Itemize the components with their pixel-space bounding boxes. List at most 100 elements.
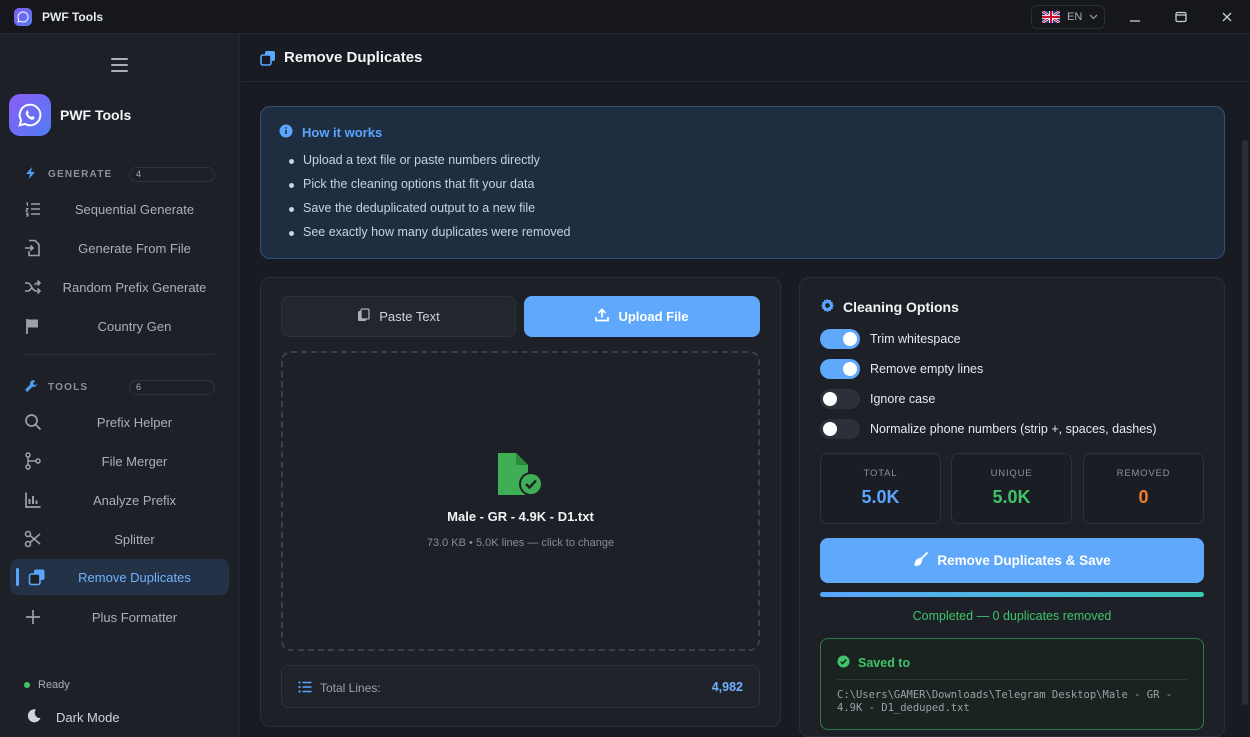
progress-bar xyxy=(820,592,1204,597)
sidebar-item-prefix-helper[interactable]: Prefix Helper xyxy=(10,404,229,440)
stat-value: 0 xyxy=(1138,487,1149,507)
plus-icon xyxy=(24,608,42,626)
file-import-icon xyxy=(24,239,42,257)
dark-mode-toggle[interactable]: Dark Mode xyxy=(26,708,120,727)
sidebar-item-label: File Merger xyxy=(101,453,168,469)
minimize-button[interactable] xyxy=(1125,8,1145,26)
sidebar-item-label: Splitter xyxy=(114,531,155,547)
title-bar: PWF Tools EN xyxy=(0,0,1250,34)
total-lines-label: Total Lines: xyxy=(320,681,381,695)
merge-icon xyxy=(24,452,42,470)
stat-label: TOTAL xyxy=(863,468,898,479)
cleaning-options-title: Cleaning Options xyxy=(843,299,959,315)
sidebar-item-label: Sequential Generate xyxy=(74,201,195,217)
tab-paste-text[interactable]: Paste Text xyxy=(281,296,516,337)
list-icon xyxy=(298,680,312,694)
remove-empty-lines-toggle[interactable] xyxy=(820,359,860,379)
file-check-icon xyxy=(496,451,546,499)
flag-icon xyxy=(24,317,42,335)
broom-icon xyxy=(913,551,929,570)
sidebar: PWF Tools GENERATE 4 Sequential Generate… xyxy=(0,34,240,737)
sidebar-item-generate-from-file[interactable]: Generate From File xyxy=(10,230,229,266)
stat-removed: REMOVED 0 xyxy=(1083,453,1204,524)
saved-to-header: Saved to xyxy=(837,655,910,671)
sidebar-item-analyze-prefix[interactable]: Analyze Prefix xyxy=(10,482,229,518)
option-label: Remove empty lines xyxy=(870,362,984,376)
vertical-scrollbar[interactable] xyxy=(1242,140,1248,705)
option-label: Normalize phone numbers (strip +, spaces… xyxy=(870,422,1157,436)
sidebar-item-file-merger[interactable]: File Merger xyxy=(10,443,229,479)
status-text: Ready xyxy=(38,679,70,691)
sidebar-item-plus-formatter[interactable]: Plus Formatter xyxy=(10,599,229,635)
option-trim-whitespace[interactable]: Trim whitespace xyxy=(820,329,961,349)
tools-section-header: TOOLS xyxy=(24,379,88,396)
maximize-button[interactable] xyxy=(1171,8,1191,26)
uploaded-file-meta: 73.0 KB • 5.0K lines — click to change xyxy=(426,537,615,549)
saved-divider xyxy=(837,679,1187,680)
tab-upload-file[interactable]: Upload File xyxy=(524,296,760,337)
stat-total: TOTAL 5.0K xyxy=(820,453,941,524)
chevron-down-icon xyxy=(1089,11,1098,23)
app-logo-icon xyxy=(14,8,32,26)
check-circle-icon xyxy=(837,655,850,671)
uk-flag-icon xyxy=(1042,11,1060,23)
copy-icon xyxy=(260,50,276,66)
moon-icon xyxy=(26,708,42,727)
normalize-phone-toggle[interactable] xyxy=(820,419,860,439)
upload-icon xyxy=(595,308,610,325)
scissors-icon xyxy=(24,530,42,548)
stat-value: 5.0K xyxy=(992,487,1031,507)
brand-name: PWF Tools xyxy=(60,107,132,123)
how-it-works-panel: How it works Upload a text file or paste… xyxy=(260,106,1225,259)
search-icon xyxy=(24,413,42,431)
sidebar-item-country-gen[interactable]: Country Gen xyxy=(10,308,229,344)
generate-count-badge: 4 xyxy=(129,167,215,182)
sidebar-item-label: Analyze Prefix xyxy=(92,492,177,508)
section-label: TOOLS xyxy=(48,382,89,393)
status-dot xyxy=(24,682,30,688)
list-item: Upload a text file or paste numbers dire… xyxy=(289,153,571,177)
input-panel: Paste Text Upload File Male - GR - 4.9K … xyxy=(260,277,781,727)
info-icon xyxy=(279,124,293,141)
how-it-works-list: Upload a text file or paste numbers dire… xyxy=(289,153,571,249)
sidebar-divider xyxy=(22,354,215,355)
stat-label: REMOVED xyxy=(1116,468,1171,479)
sidebar-item-label: Random Prefix Generate xyxy=(62,279,207,295)
stat-unique: UNIQUE 5.0K xyxy=(951,453,1072,524)
option-remove-empty-lines[interactable]: Remove empty lines xyxy=(820,359,983,379)
how-it-works-title: How it works xyxy=(302,125,383,140)
page-title: Remove Duplicates xyxy=(284,49,423,66)
total-lines-bar: Total Lines: 4,982 xyxy=(281,665,760,708)
sidebar-item-remove-duplicates[interactable]: Remove Duplicates xyxy=(10,559,229,595)
file-dropzone[interactable]: Male - GR - 4.9K - D1.txt 73.0 KB • 5.0K… xyxy=(281,351,760,651)
action-label: Remove Duplicates & Save xyxy=(937,553,1111,568)
brand-logo-icon xyxy=(9,94,51,136)
sidebar-item-random-prefix-generate[interactable]: Random Prefix Generate xyxy=(10,269,229,305)
option-normalize-phone[interactable]: Normalize phone numbers (strip +, spaces… xyxy=(820,419,1157,439)
window-title: PWF Tools xyxy=(42,10,104,24)
trim-whitespace-toggle[interactable] xyxy=(820,329,860,349)
stat-label: UNIQUE xyxy=(990,468,1033,479)
lightning-icon xyxy=(24,166,38,183)
language-code: EN xyxy=(1067,11,1083,23)
saved-file-path[interactable]: C:\Users\GAMER\Downloads\Telegram Deskto… xyxy=(837,689,1189,715)
sidebar-item-label: Prefix Helper xyxy=(96,414,173,430)
sidebar-item-sequential-generate[interactable]: Sequential Generate xyxy=(10,191,229,227)
sidebar-item-label: Country Gen xyxy=(97,318,172,334)
clipboard-icon xyxy=(357,308,370,325)
bar-chart-icon xyxy=(24,491,42,509)
list-item: Save the deduplicated output to a new fi… xyxy=(289,201,571,225)
option-ignore-case[interactable]: Ignore case xyxy=(820,389,935,409)
close-button[interactable] xyxy=(1217,8,1237,26)
tab-label: Paste Text xyxy=(379,309,440,324)
menu-toggle-icon[interactable] xyxy=(111,58,128,72)
ignore-case-toggle[interactable] xyxy=(820,389,860,409)
gear-icon xyxy=(820,298,835,316)
remove-duplicates-save-button[interactable]: Remove Duplicates & Save xyxy=(820,538,1204,583)
active-indicator xyxy=(16,568,19,586)
page-header: Remove Duplicates xyxy=(241,34,1250,82)
saved-to-title: Saved to xyxy=(858,656,911,670)
sidebar-item-splitter[interactable]: Splitter xyxy=(10,521,229,557)
uploaded-file-name: Male - GR - 4.9K - D1.txt xyxy=(447,509,594,524)
language-selector[interactable]: EN xyxy=(1031,5,1105,29)
